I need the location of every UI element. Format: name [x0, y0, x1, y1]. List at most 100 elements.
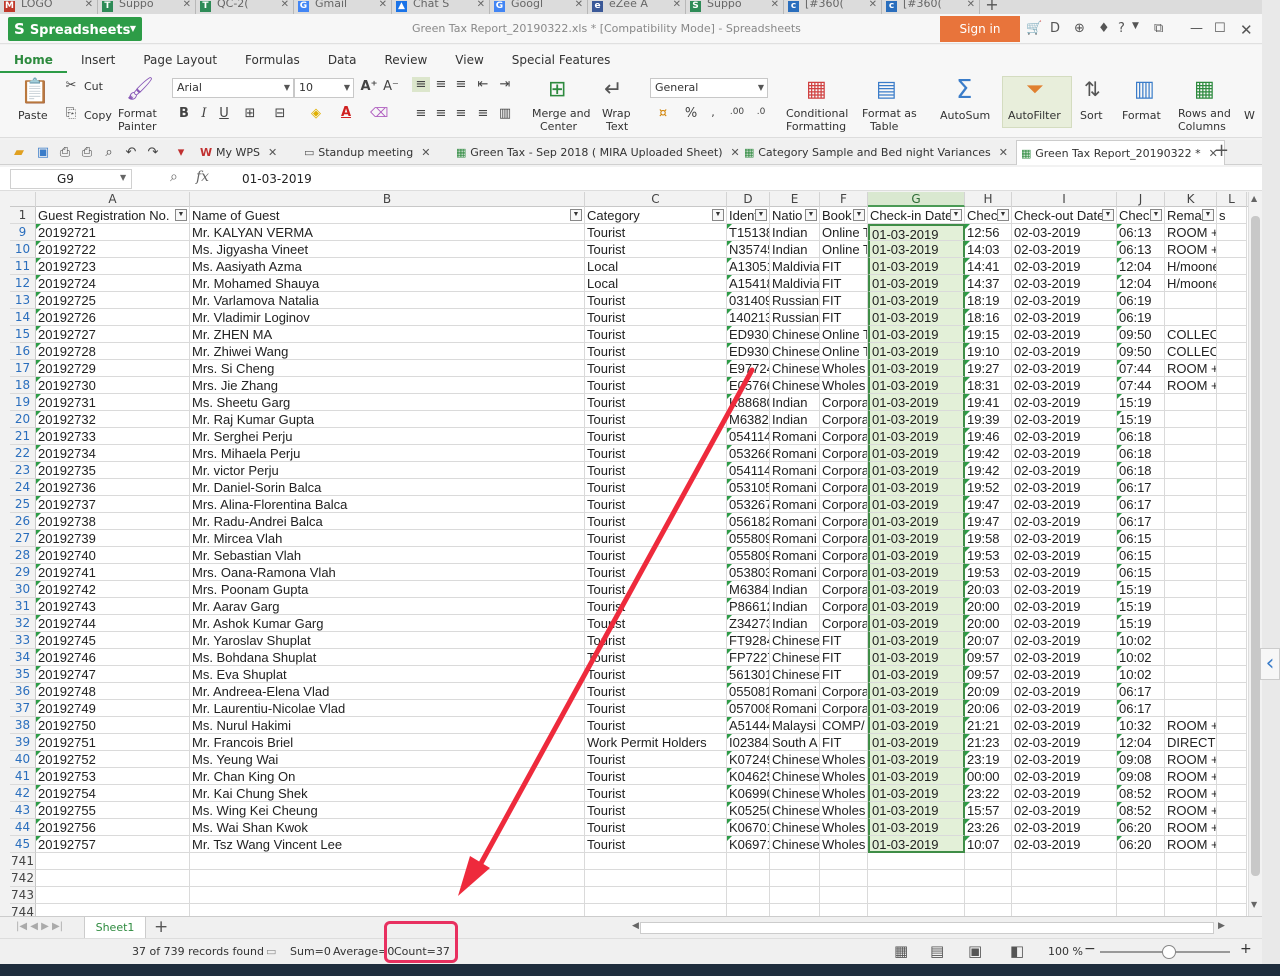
empty-cell[interactable] — [1012, 870, 1117, 887]
cell-B[interactable]: Mr. Laurentiu-Nicolae Vlad — [190, 700, 585, 717]
cell-F[interactable]: Corpora — [820, 496, 868, 513]
scroll-left-icon[interactable]: ◀ — [632, 921, 639, 931]
cell-H[interactable]: 10:07 — [965, 836, 1012, 853]
cell-F[interactable]: FIT — [820, 632, 868, 649]
row-header[interactable]: 29 — [10, 564, 36, 581]
align-middle-icon[interactable]: ≡ — [432, 77, 450, 92]
cell-D[interactable]: 561301 — [727, 666, 770, 683]
cell-D[interactable]: 140213 — [727, 309, 770, 326]
row-header[interactable]: 1 — [10, 207, 36, 224]
cell-D[interactable]: M63840 — [727, 581, 770, 598]
cell-B[interactable]: Mrs. Poonam Gupta — [190, 581, 585, 598]
wrap-text-icon[interactable]: ↵ — [604, 77, 622, 102]
cell-E[interactable]: Indian — [770, 615, 820, 632]
cell-E[interactable]: Chinese — [770, 326, 820, 343]
cell-H[interactable]: 19:10 — [965, 343, 1012, 360]
cell-A[interactable]: 20192724 — [36, 275, 190, 292]
empty-cell[interactable] — [1165, 853, 1217, 870]
close-tab-icon[interactable]: ✕ — [183, 0, 191, 10]
cell-F[interactable]: Corpora — [820, 462, 868, 479]
empty-cell[interactable] — [1012, 904, 1117, 916]
cell-D[interactable]: K05250 — [727, 802, 770, 819]
cell-G[interactable]: 01-03-2019 — [868, 462, 965, 479]
header-cell[interactable]: Guest Registration No. ▼ — [36, 207, 190, 224]
cell-D[interactable]: 053267 — [727, 496, 770, 513]
cell-B[interactable]: Ms. Wing Kei Cheung — [190, 802, 585, 819]
cell-J[interactable]: 06:15 — [1117, 547, 1165, 564]
cell-D[interactable]: 055081 — [727, 683, 770, 700]
cell-E[interactable]: Romani — [770, 564, 820, 581]
cell-E[interactable]: South A — [770, 734, 820, 751]
cell-A[interactable]: 20192753 — [36, 768, 190, 785]
cell-H[interactable]: 14:37 — [965, 275, 1012, 292]
cell-C[interactable]: Tourist — [585, 666, 727, 683]
cell-D[interactable]: K07249 — [727, 751, 770, 768]
close-tab-icon[interactable]: ✕ — [967, 0, 975, 10]
format-icon[interactable]: ▥ — [1134, 77, 1155, 102]
cell-C[interactable]: Tourist — [585, 496, 727, 513]
row-header[interactable]: 41 — [10, 768, 36, 785]
cell-K[interactable] — [1165, 581, 1217, 598]
cell-L[interactable] — [1217, 343, 1247, 360]
filter-dropdown-icon[interactable]: ▼ — [997, 209, 1009, 221]
column-header-H[interactable]: H — [965, 192, 1012, 207]
cell-A[interactable]: 20192733 — [36, 428, 190, 445]
close-tab-icon[interactable]: ✕ — [869, 0, 877, 10]
cell-J[interactable]: 06:19 — [1117, 292, 1165, 309]
column-header-I[interactable]: I — [1012, 192, 1117, 207]
cell-J[interactable]: 06:18 — [1117, 462, 1165, 479]
tab-home[interactable]: Home — [0, 45, 67, 73]
empty-cell[interactable] — [965, 887, 1012, 904]
cell-B[interactable]: Mr. KALYAN VERMA — [190, 224, 585, 241]
font-size-select[interactable]: 10 ▼ — [294, 78, 354, 98]
empty-cell[interactable] — [770, 887, 820, 904]
cell-B[interactable]: Mr. Yaroslav Shuplat — [190, 632, 585, 649]
cell-K[interactable] — [1165, 666, 1217, 683]
name-box[interactable]: G9 — [10, 169, 132, 189]
scroll-down-icon[interactable]: ▼ — [1251, 900, 1257, 909]
cell-G[interactable]: 01-03-2019 — [868, 224, 965, 241]
cell-A[interactable]: 20192737 — [36, 496, 190, 513]
help-dropdown-icon[interactable]: ▼ — [1132, 21, 1139, 31]
cell-G[interactable]: 01-03-2019 — [868, 564, 965, 581]
cell-L[interactable] — [1217, 462, 1247, 479]
cell-K[interactable]: ROOM + BRE — [1165, 360, 1217, 377]
cell-I[interactable]: 02-03-2019 — [1012, 224, 1117, 241]
cell-H[interactable]: 20:07 — [965, 632, 1012, 649]
empty-cell[interactable] — [585, 870, 727, 887]
cart-icon[interactable]: 🛒 — [1026, 21, 1042, 36]
cell-E[interactable]: Indian — [770, 598, 820, 615]
cell-D[interactable]: E97724 — [727, 360, 770, 377]
worksheet-button-partial[interactable]: W — [1244, 109, 1255, 122]
redo-icon[interactable]: ↷ — [144, 145, 162, 160]
cell-F[interactable]: Online T — [820, 343, 868, 360]
row-header[interactable]: 23 — [10, 462, 36, 479]
cell-K[interactable] — [1165, 564, 1217, 581]
cell-G[interactable]: 01-03-2019 — [868, 598, 965, 615]
row-header[interactable]: 33 — [10, 632, 36, 649]
cell-K[interactable] — [1165, 428, 1217, 445]
cell-G[interactable]: 01-03-2019 — [868, 802, 965, 819]
cell-C[interactable]: Tourist — [585, 819, 727, 836]
cell-A[interactable]: 20192755 — [36, 802, 190, 819]
conditional-formatting-icon[interactable]: ▦ — [806, 77, 827, 102]
browser-tab[interactable]: G Gmail ✕ — [294, 0, 392, 14]
cell-L[interactable] — [1217, 785, 1247, 802]
tab-page-layout[interactable]: Page Layout — [129, 45, 231, 73]
column-header-G[interactable]: G — [868, 192, 965, 207]
cell-C[interactable]: Tourist — [585, 224, 727, 241]
cell-H[interactable]: 12:56 — [965, 224, 1012, 241]
justify-icon[interactable]: ≡ — [474, 106, 492, 121]
cell-H[interactable]: 19:47 — [965, 513, 1012, 530]
cell-I[interactable]: 02-03-2019 — [1012, 649, 1117, 666]
row-header[interactable]: 35 — [10, 666, 36, 683]
cell-L[interactable] — [1217, 581, 1247, 598]
format-as-table-icon[interactable]: ▤ — [876, 77, 897, 102]
cell-H[interactable]: 23:26 — [965, 819, 1012, 836]
cell-F[interactable]: Corpora — [820, 530, 868, 547]
cell-A[interactable]: 20192751 — [36, 734, 190, 751]
cell-B[interactable]: Ms. Wai Shan Kwok — [190, 819, 585, 836]
close-tab-icon[interactable]: ✕ — [268, 146, 277, 159]
filter-dropdown-icon[interactable]: ▼ — [805, 209, 817, 221]
cell-G[interactable]: 01-03-2019 — [868, 360, 965, 377]
